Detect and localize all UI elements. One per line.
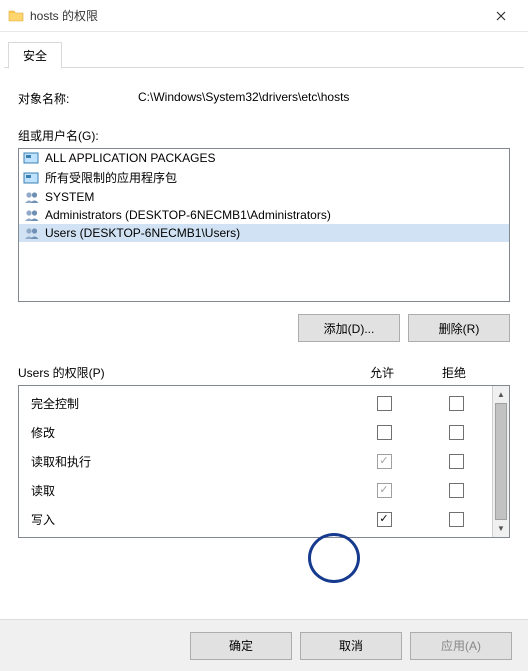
ok-button[interactable]: 确定 [190,632,292,660]
deny-checkbox[interactable] [449,454,464,469]
package-icon [23,151,41,165]
window-title: hosts 的权限 [30,7,478,24]
close-button[interactable] [478,0,524,32]
permission-name: 写入 [31,511,348,528]
dialog-button-bar: 确定 取消 应用(A) [0,619,528,671]
scroll-up-icon[interactable]: ▲ [493,386,509,403]
permission-row: 修改 [19,418,492,447]
permission-row: 读取 [19,476,492,505]
object-name-label: 对象名称: [18,90,138,107]
permissions-table: 完全控制修改读取和执行读取写入 ▲ ▼ [18,385,510,538]
tab-security[interactable]: 安全 [8,42,62,69]
permission-row: 读取和执行 [19,447,492,476]
permission-name: 完全控制 [31,395,348,412]
tab-strip: 安全 [4,42,524,68]
permission-row: 写入 [19,505,492,534]
add-button[interactable]: 添加(D)... [298,314,400,342]
group-item[interactable]: Administrators (DESKTOP-6NECMB1\Administ… [19,206,509,224]
group-item[interactable]: 所有受限制的应用程序包 [19,167,509,188]
permissions-label: Users 的权限(P) [18,364,346,381]
permission-row: 完全控制 [19,389,492,418]
groups-label: 组或用户名(G): [18,127,510,144]
users-icon [23,208,41,222]
permission-name: 读取 [31,482,348,499]
folder-icon [8,8,24,24]
group-item[interactable]: ALL APPLICATION PACKAGES [19,149,509,167]
group-item-label: ALL APPLICATION PACKAGES [45,151,216,165]
allow-checkbox[interactable] [377,396,392,411]
object-name-value: C:\Windows\System32\drivers\etc\hosts [138,90,349,107]
deny-checkbox[interactable] [449,396,464,411]
package-icon [23,171,41,185]
permission-name: 修改 [31,424,348,441]
scrollbar[interactable]: ▲ ▼ [492,386,509,537]
cancel-button[interactable]: 取消 [300,632,402,660]
users-icon [23,190,41,204]
group-item-label: SYSTEM [45,190,94,204]
deny-checkbox[interactable] [449,512,464,527]
group-item[interactable]: Users (DESKTOP-6NECMB1\Users) [19,224,509,242]
deny-column-header: 拒绝 [418,364,490,381]
remove-button[interactable]: 删除(R) [408,314,510,342]
group-item-label: 所有受限制的应用程序包 [45,169,177,186]
scroll-down-icon[interactable]: ▼ [493,520,509,537]
allow-checkbox[interactable] [377,512,392,527]
permission-name: 读取和执行 [31,453,348,470]
scroll-thumb[interactable] [495,403,507,520]
apply-button[interactable]: 应用(A) [410,632,512,660]
group-item-label: Administrators (DESKTOP-6NECMB1\Administ… [45,208,331,222]
allow-column-header: 允许 [346,364,418,381]
close-icon [496,11,506,21]
allow-checkbox[interactable] [377,425,392,440]
users-icon [23,226,41,240]
group-item-label: Users (DESKTOP-6NECMB1\Users) [45,226,240,240]
object-name-row: 对象名称: C:\Windows\System32\drivers\etc\ho… [18,90,510,107]
allow-checkbox[interactable] [377,483,392,498]
group-item[interactable]: SYSTEM [19,188,509,206]
deny-checkbox[interactable] [449,425,464,440]
permissions-header: Users 的权限(P) 允许 拒绝 [18,364,510,381]
titlebar: hosts 的权限 [0,0,528,32]
groups-listbox[interactable]: ALL APPLICATION PACKAGES 所有受限制的应用程序包 SYSTE… [18,148,510,302]
deny-checkbox[interactable] [449,483,464,498]
allow-checkbox[interactable] [377,454,392,469]
